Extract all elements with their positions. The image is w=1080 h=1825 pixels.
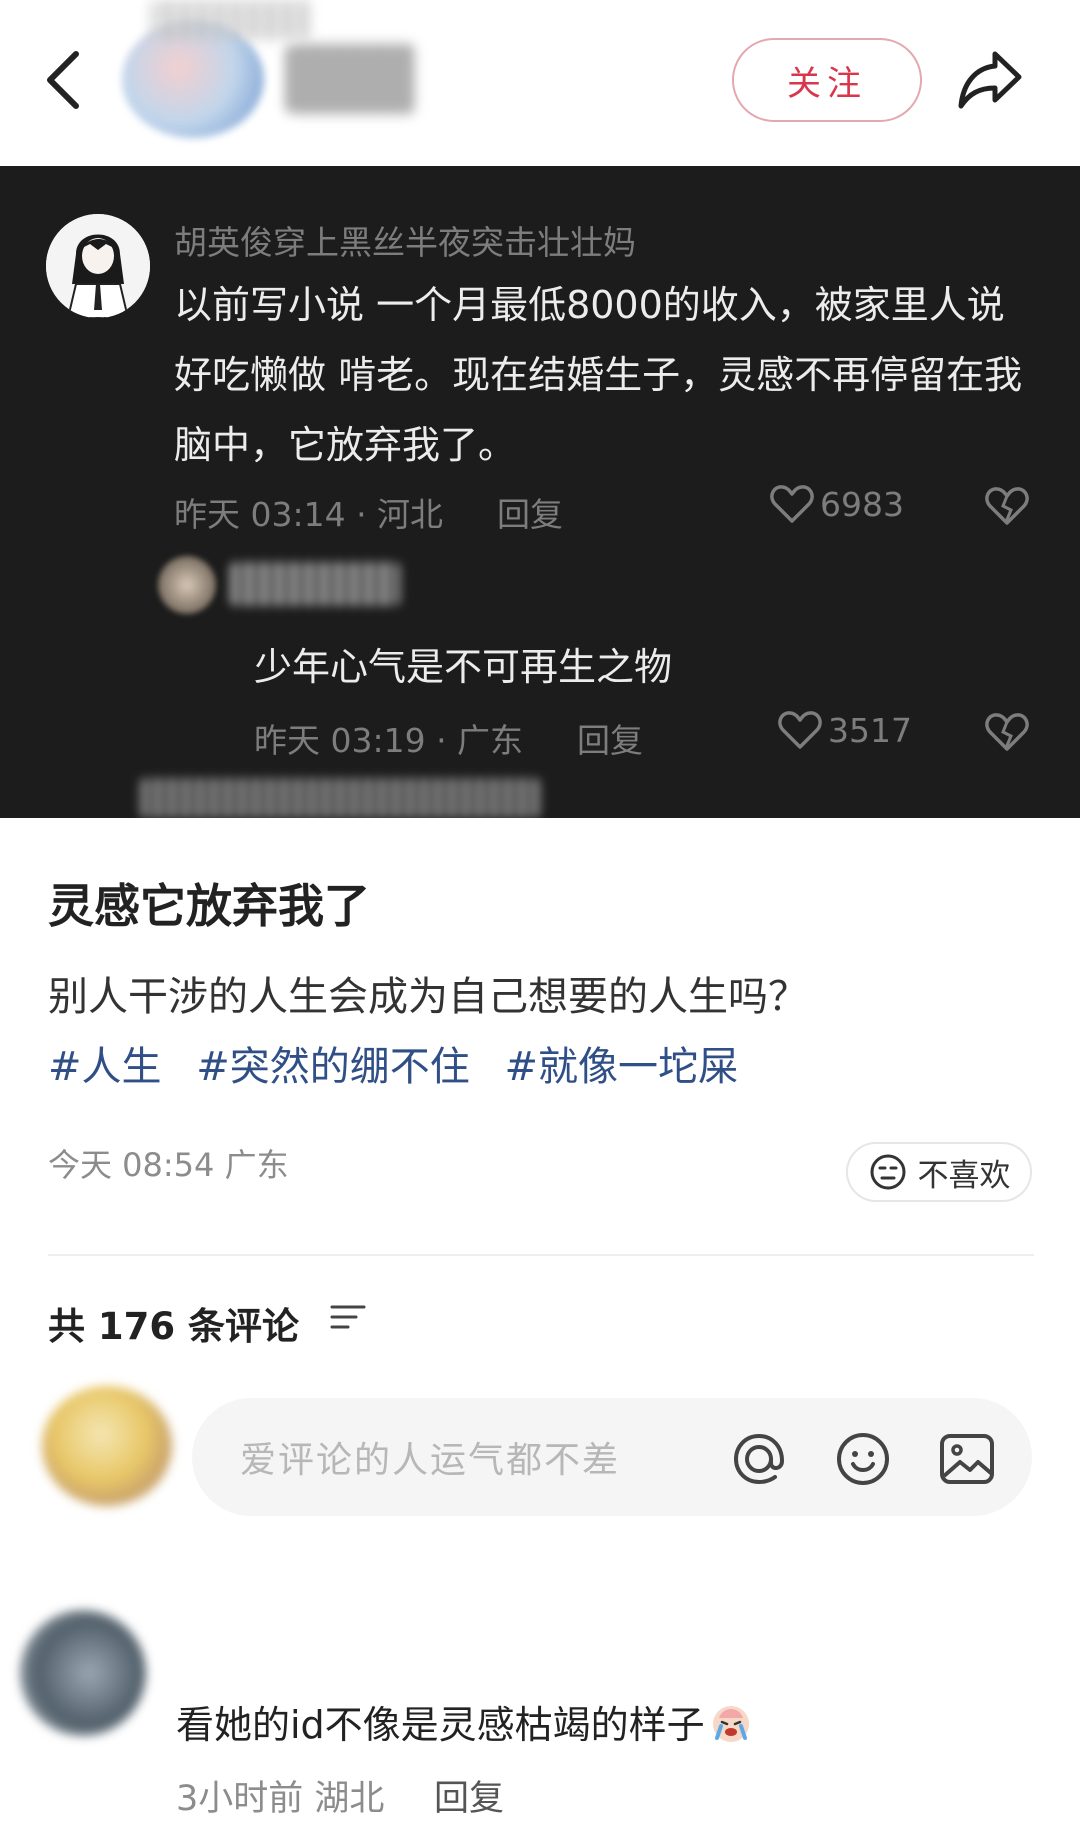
reply-meta: 昨天 03:19 · 广东 xyxy=(254,721,524,760)
heart-icon xyxy=(778,711,822,749)
share-button[interactable] xyxy=(955,44,1025,114)
post-meta: 今天 08:54 广东 xyxy=(48,1146,289,1184)
broken-heart-icon xyxy=(985,487,1029,525)
post-tags: #人生 #突然的绷不住 #就像一坨屎 xyxy=(48,1034,760,1092)
mention-button[interactable] xyxy=(728,1428,790,1494)
comment-dislike xyxy=(985,486,1029,530)
embedded-comment-screenshot: 胡英俊穿上黑丝半夜突击壮壮妈 以前写小说 一个月最低8000的收入，被家里人说好… xyxy=(0,166,1080,818)
dislike-button[interactable]: 不喜欢 xyxy=(846,1142,1032,1202)
comment-text: 看她的id不像是灵感枯竭的样子 xyxy=(176,1694,753,1749)
anime-figure-avatar-icon xyxy=(46,214,150,318)
author-name-blurred[interactable] xyxy=(286,44,416,114)
post-title: 灵感它放弃我了 xyxy=(48,879,370,933)
follow-button[interactable]: 关注 xyxy=(732,38,922,122)
sort-lines-icon xyxy=(330,1305,366,1329)
image-icon xyxy=(940,1434,994,1484)
reply-reply-button: 回复 xyxy=(577,721,643,760)
emoji-button[interactable] xyxy=(832,1428,894,1494)
commenter-avatar xyxy=(46,214,150,318)
comment-text: 以前写小说 一个月最低8000的收入，被家里人说好吃懒做 啃老。现在结婚生子，灵… xyxy=(174,283,1023,467)
back-button[interactable] xyxy=(40,40,88,120)
commenter-name: 胡英俊穿上黑丝半夜突击壮壮妈 xyxy=(174,223,636,262)
comment-meta: 3小时前 湖北 xyxy=(176,1779,385,1819)
like-count: 6983 xyxy=(820,484,904,524)
hashtag-link[interactable]: #就像一坨屎 xyxy=(504,1044,738,1090)
post-body: 别人干涉的人生会成为自己想要的人生吗？ xyxy=(48,974,808,1020)
comment-text-content: 看她的id不像是灵感枯竭的样子 xyxy=(176,1703,705,1747)
broken-heart-icon xyxy=(985,713,1029,751)
dislike-label: 不喜欢 xyxy=(917,1157,1011,1194)
unhappy-face-icon xyxy=(870,1154,905,1190)
current-user-avatar xyxy=(42,1386,172,1506)
reply-avatar-blurred xyxy=(158,556,216,614)
reply-dislike xyxy=(985,712,1029,756)
commenter-name-blurred[interactable] xyxy=(150,0,310,40)
divider xyxy=(48,1254,1034,1256)
comment-count: 共 176 条评论 xyxy=(48,1305,299,1348)
at-sign-icon xyxy=(733,1433,785,1485)
reply-like: 3517 xyxy=(778,710,912,750)
commenter-avatar-blurred[interactable] xyxy=(20,1610,146,1736)
next-reply-blurred xyxy=(140,778,540,818)
image-button[interactable] xyxy=(936,1428,998,1494)
reply-text: 少年心气是不可再生之物 xyxy=(254,645,673,689)
comment-reply-button[interactable]: 回复 xyxy=(434,1770,504,1821)
hashtag-link[interactable]: #突然的绷不住 xyxy=(196,1044,470,1090)
heart-icon xyxy=(770,485,814,523)
comment-like: 6983 xyxy=(770,484,904,524)
chevron-left-icon xyxy=(47,51,79,109)
sort-button[interactable] xyxy=(330,1302,366,1336)
crying-face-emoji-icon xyxy=(712,1705,749,1742)
smiley-icon xyxy=(837,1433,889,1485)
hashtag-link[interactable]: #人生 xyxy=(48,1044,162,1090)
comment-input[interactable]: 爱评论的人运气都不差 xyxy=(192,1398,1032,1516)
share-arrow-icon xyxy=(958,51,1022,109)
comment-reply-button: 回复 xyxy=(497,495,563,534)
like-count: 3517 xyxy=(828,710,912,750)
comment-meta: 昨天 03:14 · 河北 xyxy=(174,495,444,534)
reply-name-blurred xyxy=(230,562,400,606)
